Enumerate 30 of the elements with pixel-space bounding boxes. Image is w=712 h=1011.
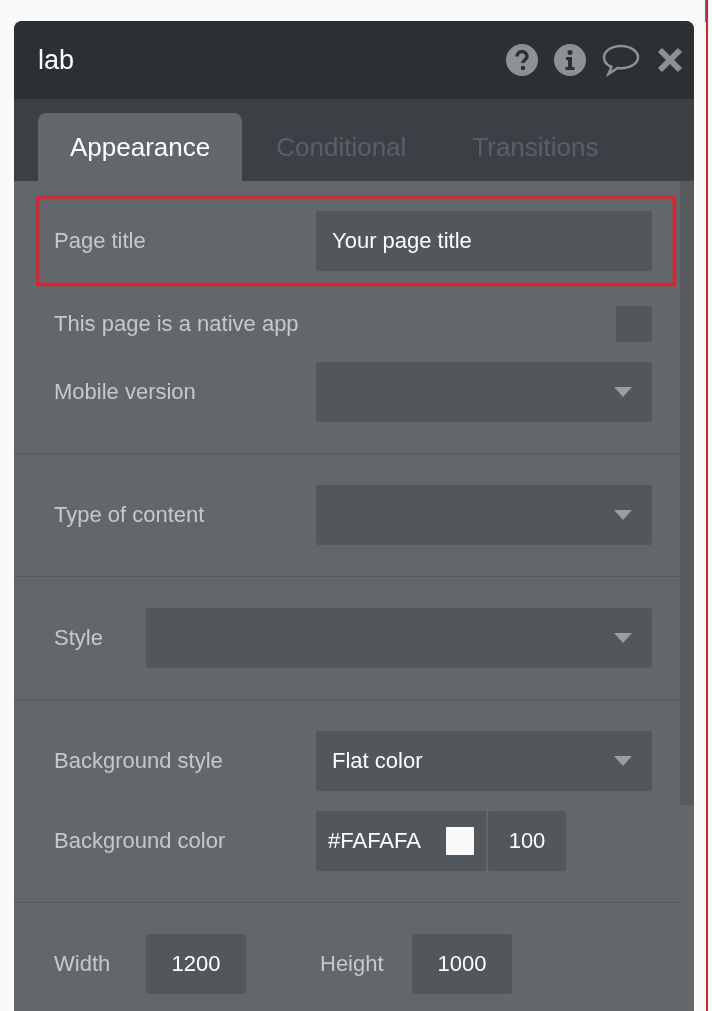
caret-icon [614,387,632,397]
dropdown[interactable]: Flat color [316,731,652,791]
speech-bubble-icon[interactable] [602,43,640,77]
field-label: Height [320,951,385,977]
field-label: Page title [54,228,147,254]
info-icon[interactable] [554,44,586,76]
field-label: Width [54,951,112,977]
window-title: lab [38,44,76,76]
field-label: Background style [54,748,224,774]
color-field[interactable]: #FAFAFA [316,811,486,871]
page-title-field[interactable]: Your page title [316,211,652,271]
field-label: This page is a native app [54,311,300,337]
opacity-field[interactable]: 100 [488,811,566,871]
scrollbar[interactable] [680,181,694,805]
field-label: Style [54,625,104,651]
height-field[interactable]: 1000 [412,934,512,994]
dropdown[interactable] [146,608,652,668]
field-label: Background color [54,828,227,854]
width-field[interactable]: 1200 [146,934,246,994]
dropdown[interactable] [316,485,652,545]
caret-icon [614,756,632,766]
dropdown[interactable] [316,362,652,422]
help-icon[interactable] [506,44,538,76]
close-icon[interactable] [656,46,684,74]
caret-icon [614,510,632,520]
tab[interactable]: Appearance [38,113,243,181]
caret-icon [614,633,632,643]
field-label: Mobile version [54,379,197,405]
color-swatch[interactable] [446,827,474,855]
field-label: Type of content [54,502,206,528]
